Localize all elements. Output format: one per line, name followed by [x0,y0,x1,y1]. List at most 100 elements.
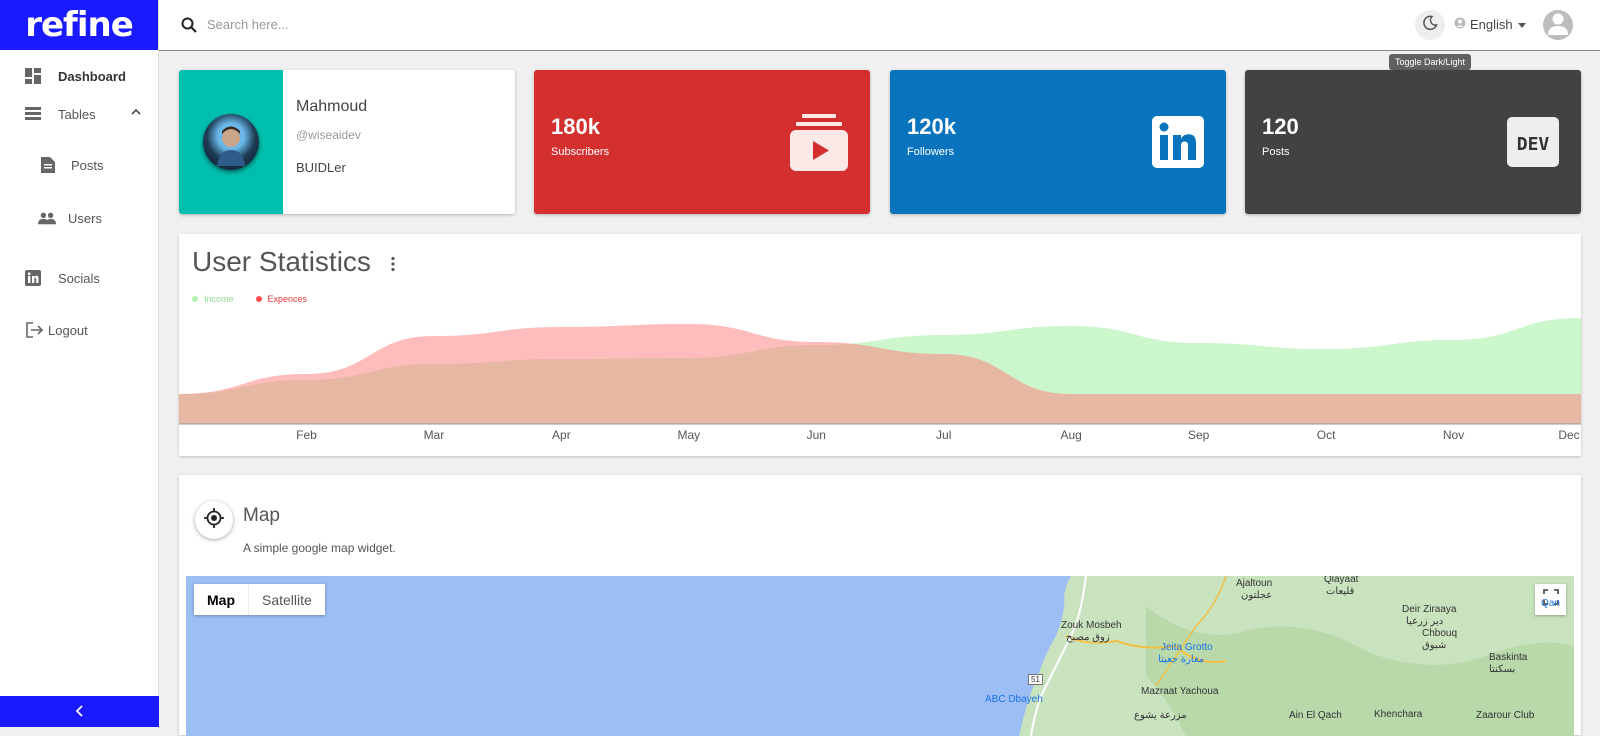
chevron-up-icon[interactable] [130,106,142,121]
x-tick-label: Apr [552,428,571,442]
article-icon [39,156,57,174]
map-place-label: Chbouq [1422,628,1458,639]
theme-tooltip: Toggle Dark/Light [1389,54,1472,70]
search-input[interactable] [207,13,607,35]
svg-text:DEV: DEV [1517,134,1550,155]
route-shield: 51 [1028,674,1043,685]
map-type-map-button[interactable]: Map [194,584,248,615]
chevron-left-icon [75,704,85,720]
legend-dot [255,296,262,302]
caret-down-icon [1517,17,1527,32]
sidebar-item-posts[interactable]: Posts [0,145,159,185]
profile-bio: BUIDLer [296,160,346,175]
map-place-label: Ain El Qach [1289,710,1342,721]
logout-icon [26,321,44,339]
sidebar-item-socials[interactable]: Socials [0,258,159,298]
x-tick-label: Feb [296,428,317,442]
person-icon [1543,10,1573,40]
stat-value: 120k [907,114,956,139]
moon-icon [1422,15,1438,36]
x-tick-label: May [677,428,700,442]
sidebar-item-label: Tables [58,106,96,122]
x-tick-label: Oct [1317,428,1336,442]
stat-label: Subscribers [551,146,610,158]
profile-name: Mahmoud [296,98,368,115]
map-place-label: دير زرعيا [1406,616,1444,627]
sidebar-item-users[interactable]: Users [0,198,159,238]
map-place-label: Jeita Grotto [1161,642,1213,653]
map-place-label: Baskinta [1489,652,1528,663]
dashboard-icon [24,67,42,85]
map-place-label: بسكنتا [1489,664,1516,675]
table-icon [24,105,42,123]
sidebar-item-logout[interactable]: Logout [0,310,159,350]
stat-value: 180k [551,114,600,139]
globe-icon [1454,17,1466,32]
map-place-label: Khenchara [1374,709,1423,720]
map-place-label: Deir Ziraaya [1402,604,1457,615]
linkedin-icon [24,269,42,287]
map-type-toggle: Map Satellite [194,584,325,615]
sidebar-item-label: Users [68,210,102,226]
map-place-label: زوق مصبح [1066,632,1110,643]
google-map[interactable]: Map Satellite Zouk Mosbeh زوق مصبح Jeita… [186,576,1574,736]
user-avatar-button[interactable] [1543,10,1573,40]
language-select[interactable]: English [1454,17,1527,32]
map-place-label: Zouk Mosbeh [1061,620,1122,631]
map-place-label: Zaarour Club [1476,710,1535,721]
map-place-label: قليعات [1326,586,1355,597]
x-tick-label: Mar [424,428,445,442]
map-place-label: عجلتون [1241,590,1273,601]
sidebar-item-label: Logout [48,322,88,338]
map-place-label: ABC Dbayeh [985,694,1043,705]
legend-item-expences[interactable]: Expences [255,294,308,304]
linkedin-icon [1152,116,1204,173]
stat-label: Followers [907,146,955,158]
chart-legend: Income Expences [192,294,307,304]
x-tick-label: Sep [1188,428,1210,442]
sidebar-item-dashboard[interactable]: Dashboard [0,56,159,96]
map-place-label: Mazraat Yachoua [1141,686,1219,697]
user-statistics-card: User Statistics Income Expences Feb Mar Ap… [179,234,1581,456]
stat-label: Posts [1262,146,1290,158]
map-badge [195,501,233,539]
profile-handle: @wiseaidev [296,128,361,142]
x-tick-label: Aug [1061,428,1082,442]
language-label: English [1470,17,1513,32]
refine-logo[interactable]: refine [0,0,158,50]
legend-label: Expences [267,294,308,304]
more-vert-icon[interactable] [391,256,395,277]
linkedin-stat-card: 120k Followers [890,70,1226,214]
x-tick-label: Jul [936,428,951,442]
dev-icon: DEV [1507,117,1559,172]
map-type-satellite-button[interactable]: Satellite [248,584,325,615]
toggle-dark-light-button[interactable] [1415,10,1445,40]
x-tick-label: Jun [807,428,826,442]
profile-card: Mahmoud @wiseaidev BUIDLer [179,70,515,214]
sidebar-item-label: Posts [71,157,104,173]
chart-title: User Statistics [192,246,371,277]
sidebar: refine Dashboard Tables Posts Users Soci… [0,0,159,727]
top-header: English [159,0,1600,51]
youtube-stat-card: 180k Subscribers [534,70,870,214]
collapse-sidebar-button[interactable] [0,696,159,727]
sidebar-item-label: Dashboard [58,68,126,84]
my-location-icon [203,507,225,534]
map-subtitle: A simple google map widget. [243,541,396,555]
map-place-label: Qlayaat [1324,576,1359,585]
map-place-label: شبوق [1422,640,1447,651]
legend-dot [192,296,198,302]
x-tick-label: Dec [1558,428,1579,442]
stat-value: 120 [1262,114,1299,139]
people-icon [38,209,56,227]
map-terrain [1019,576,1574,736]
sidebar-item-label: Socials [58,270,100,286]
map-title: Map [243,505,280,526]
sidebar-item-tables[interactable]: Tables [0,94,159,134]
area-chart: Feb Mar Apr May Jun Jul Aug Sep Oct Nov Dec [179,318,1581,442]
map-place-label: Qan [1541,598,1560,609]
profile-avatar [203,114,259,170]
legend-item-income[interactable]: Income [192,294,234,304]
map-place-label: Ajaltoun [1236,578,1273,589]
map-place-label: مزرعة يشوع [1134,710,1187,721]
